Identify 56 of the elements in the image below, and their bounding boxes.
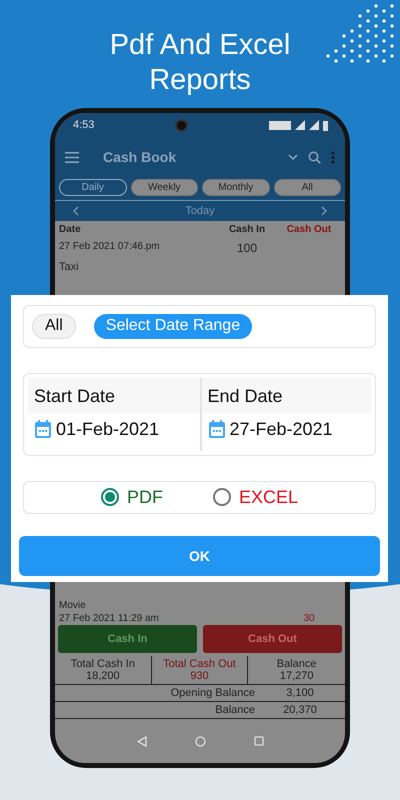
camera-icon: [175, 118, 188, 132]
summary-label: Opening Balance: [170, 687, 255, 699]
summary-value: 20,370: [282, 704, 318, 716]
menu-icon[interactable]: [65, 152, 79, 162]
entry-date: 27 Feb 2021 11:29 am: [59, 613, 160, 624]
radio-icon[interactable]: [212, 488, 231, 506]
cash-in-button[interactable]: Cash In: [58, 625, 197, 653]
date-label: End Date: [202, 378, 371, 413]
period-tab[interactable]: Weekly: [130, 179, 198, 196]
chevron-down-icon[interactable]: [288, 154, 298, 160]
format-radio[interactable]: EXCEL: [212, 486, 298, 508]
total-value: 18,200: [86, 670, 120, 682]
range-chip[interactable]: Select Date Range: [94, 314, 252, 339]
status-time: 4:53: [73, 119, 94, 131]
recents-icon[interactable]: [254, 736, 264, 746]
period-tab[interactable]: All: [274, 179, 341, 196]
period-tab[interactable]: Daily: [59, 179, 126, 196]
total-label: Total Cash In: [70, 658, 135, 670]
home-icon[interactable]: [194, 736, 206, 746]
headline: Pdf And Excel Reports: [108, 28, 292, 98]
calendar-icon: [34, 419, 52, 440]
cash-out-button[interactable]: Cash Out: [203, 625, 342, 653]
range-chip[interactable]: All: [32, 314, 76, 339]
chevron-left-icon[interactable]: [73, 206, 79, 216]
cash-in-amount: 100: [236, 241, 258, 255]
total-value: 930: [190, 670, 209, 682]
signal-icon: [294, 120, 305, 130]
column-header: Date: [59, 224, 82, 235]
more-icon[interactable]: [331, 150, 335, 164]
volte-icon: [268, 120, 291, 130]
radio-icon[interactable]: [100, 488, 119, 506]
search-icon[interactable]: [308, 150, 321, 164]
signal-icon: [308, 120, 319, 130]
column-header: Cash In: [228, 224, 266, 235]
column-header: Cash Out: [286, 224, 332, 235]
back-icon[interactable]: [136, 736, 146, 746]
total-label: Balance: [276, 658, 317, 670]
summary-value: 3,100: [285, 687, 315, 699]
summary-label: Balance: [214, 704, 255, 716]
total-value: 17,270: [280, 670, 314, 682]
ok-button[interactable]: OK: [19, 536, 380, 576]
total-label: Total Cash Out: [163, 658, 236, 670]
entry-note: Movie: [59, 600, 87, 611]
battery-icon: [322, 120, 328, 130]
date-label: Start Date: [28, 378, 200, 413]
format-radio[interactable]: PDF: [100, 486, 163, 508]
period-tab[interactable]: Monthly: [202, 179, 270, 196]
entry-note: Taxi: [59, 261, 80, 273]
entry-date: 27 Feb 2021 07:46.pm: [59, 241, 161, 254]
cash-out-amount: 30: [302, 613, 316, 624]
date-label: Today: [185, 205, 215, 217]
date-picker[interactable]: 27-Feb-2021: [202, 412, 371, 446]
calendar-icon: [208, 419, 226, 440]
app-title: Cash Book: [103, 149, 178, 165]
date-picker[interactable]: 01-Feb-2021: [28, 412, 200, 446]
chevron-right-icon[interactable]: [320, 206, 327, 216]
